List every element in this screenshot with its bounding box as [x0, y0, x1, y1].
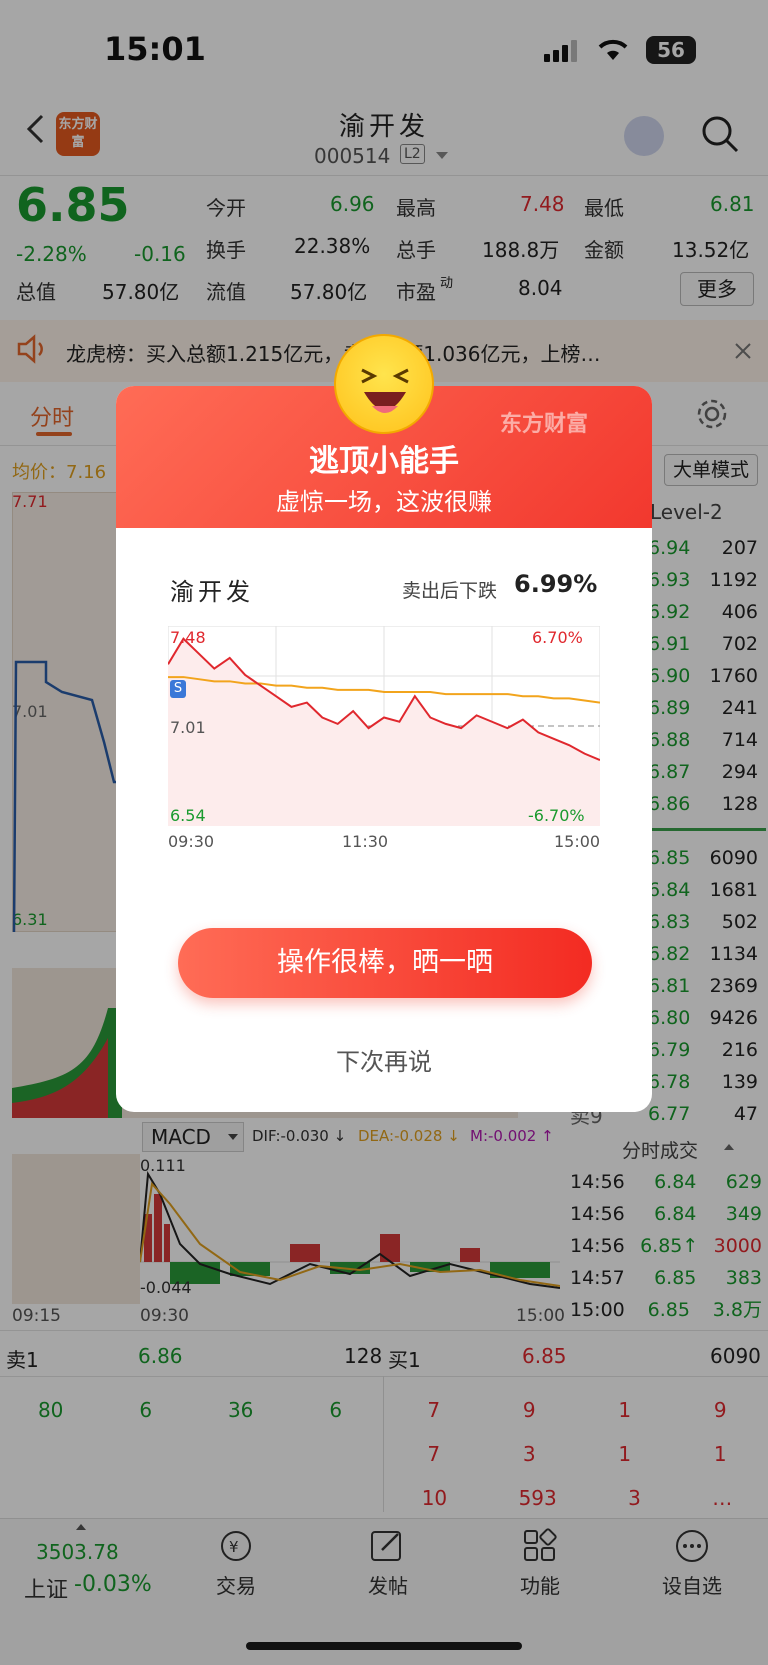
chart-low-pct: -6.70%: [528, 806, 585, 825]
chart-mid: 7.01: [170, 718, 206, 737]
modal-chart: 7.48 6.70% 7.01 6.54 -6.70% S: [167, 625, 601, 827]
modal-title: 逃顶小能手: [309, 444, 459, 479]
x-tick-1: 11:30: [342, 832, 389, 851]
share-modal: 东方财富 逃顶小能手 虚惊一场，这波很赚 渝开发 卖出后下跌 6.99% 7.4…: [116, 386, 652, 1112]
x-tick-2: 15:00: [554, 832, 601, 851]
modal-stock-name: 渝开发: [170, 578, 254, 606]
x-tick-0: 09:30: [168, 832, 215, 851]
modal-chart-svg: [167, 625, 601, 827]
laughing-emoji-icon: [334, 334, 434, 434]
chart-low: 6.54: [170, 806, 206, 825]
drop-value: 6.99%: [514, 570, 598, 598]
sell-marker: S: [170, 680, 186, 698]
later-button[interactable]: 下次再说: [116, 1042, 652, 1077]
share-button[interactable]: 操作很棒，晒一晒: [178, 928, 592, 998]
chart-high: 7.48: [170, 628, 206, 647]
drop-label: 卖出后下跌: [402, 580, 498, 602]
modal-subtitle: 虚惊一场，这波很赚: [276, 488, 492, 516]
chart-high-pct: 6.70%: [532, 628, 583, 647]
home-indicator: [246, 1642, 522, 1650]
modal-brand: 东方财富: [500, 412, 589, 437]
